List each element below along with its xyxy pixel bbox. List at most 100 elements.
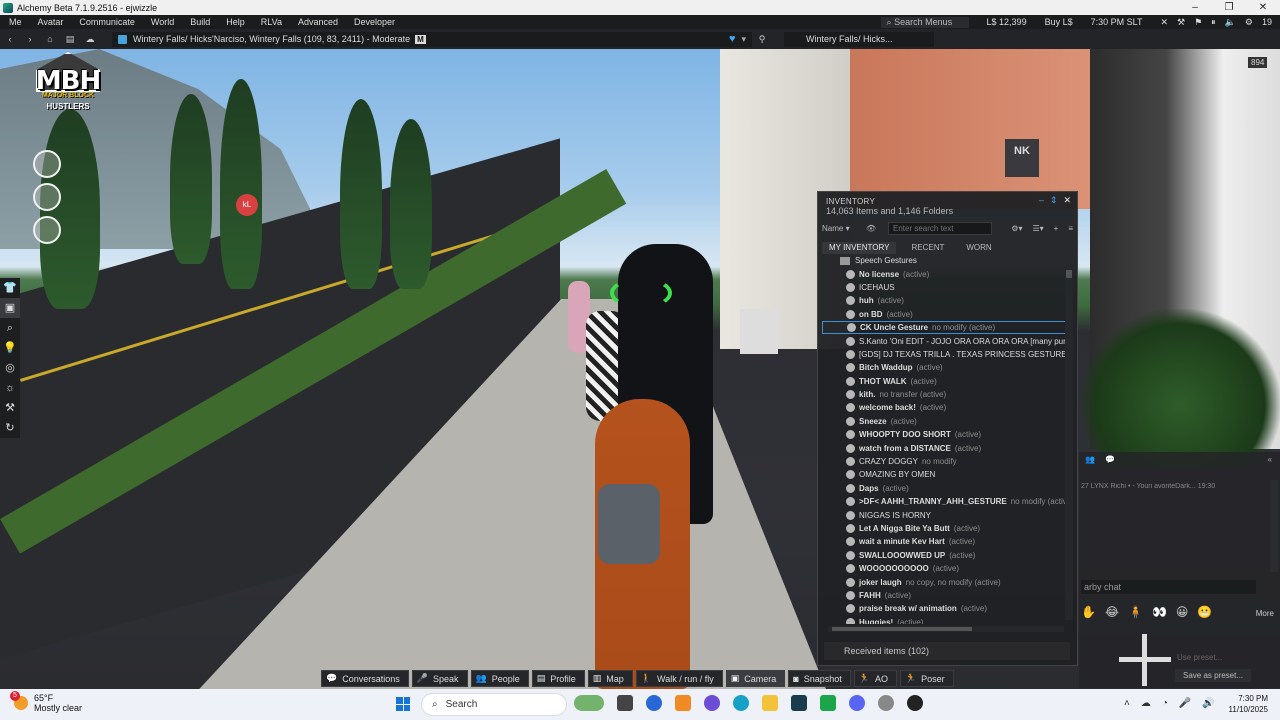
- chevron-up-icon[interactable]: ˄: [1124, 698, 1130, 709]
- sort-dropdown[interactable]: Name ▾: [822, 224, 862, 233]
- inventory-list[interactable]: Speech Gestures No license (active) ICEHAUS…: [822, 254, 1070, 624]
- inventory-item-row[interactable]: on BD (active): [822, 308, 1070, 321]
- eyes-emoji-icon[interactable]: 👀: [1152, 605, 1167, 619]
- inventory-item-row[interactable]: FAHH (active): [822, 589, 1070, 602]
- gear-icon[interactable]: ⚙▾: [1011, 224, 1022, 233]
- conversations-button[interactable]: 💬 Conversations: [321, 670, 409, 687]
- inventory-item-row[interactable]: watch from a DISTANCE (active): [822, 441, 1070, 454]
- forward-arrow-icon[interactable]: ›: [20, 34, 40, 44]
- snapshot-button[interactable]: ◙ Snapshot: [788, 670, 851, 687]
- chat-scrollbar[interactable]: [1270, 480, 1278, 572]
- close-icon[interactable]: ✕: [1063, 195, 1071, 206]
- inventory-item-row[interactable]: Daps (active): [822, 482, 1070, 495]
- save-preset-button[interactable]: Save as preset...: [1175, 669, 1251, 682]
- walk-run-fly-button[interactable]: 🚶 Walk / run / fly: [635, 670, 723, 687]
- weather-widget[interactable]: 5 65°F Mostly clear: [10, 691, 82, 713]
- inventory-item-row[interactable]: [GDS] DJ TEXAS TRILLA . TEXAS PRINCESS G…: [822, 348, 1070, 361]
- inventory-item-row[interactable]: joker laugh no copy, no modify (active): [822, 575, 1070, 588]
- pin-window-icon[interactable]: ⇕: [1050, 195, 1058, 206]
- menu-build[interactable]: Build: [181, 17, 217, 27]
- build-tools-icon[interactable]: ⚒: [0, 398, 20, 418]
- wifi-icon[interactable]: ◔: [1162, 698, 1168, 709]
- search-icon[interactable]: ⌕: [0, 318, 20, 338]
- hscrollbar-thumb[interactable]: [832, 627, 972, 631]
- radar-icon[interactable]: ◎: [0, 358, 20, 378]
- file-explorer-icon[interactable]: [762, 695, 778, 711]
- nearby-chat-input[interactable]: arby chat: [1081, 580, 1256, 594]
- minimize-button[interactable]: –: [1178, 2, 1212, 13]
- volume-icon[interactable]: 🔊: [1202, 698, 1214, 709]
- tab-recent[interactable]: RECENT: [904, 242, 951, 254]
- smile-emoji-icon[interactable]: 😀: [1176, 605, 1189, 619]
- nearby-chat-panel[interactable]: 👥 💬 « 27 LYNX Richi • - Youri avoriteDar…: [1079, 452, 1280, 688]
- ao-button[interactable]: 🏃 AO: [853, 670, 897, 687]
- camera-button[interactable]: ▣ Camera: [725, 670, 786, 687]
- inventory-item-row[interactable]: ICEHAUS: [822, 281, 1070, 294]
- script-icon[interactable]: ✕: [1160, 17, 1168, 28]
- discord-icon[interactable]: [849, 695, 865, 711]
- build-icon[interactable]: ⚒: [1177, 17, 1185, 28]
- camera-pan-control[interactable]: [1119, 634, 1171, 686]
- chrome-icon[interactable]: [704, 695, 720, 711]
- network-icon[interactable]: ☁: [1141, 698, 1151, 709]
- received-items-folder[interactable]: Received items (102): [824, 642, 1070, 660]
- edge-icon[interactable]: [733, 695, 749, 711]
- list-icon[interactable]: ≡: [1068, 224, 1073, 233]
- camera-preset-dropdown[interactable]: Use preset...: [1177, 653, 1222, 662]
- inventory-item-row[interactable]: Huggies! (active): [822, 616, 1070, 624]
- inventory-icon[interactable]: ▣: [0, 298, 20, 318]
- menu-developer[interactable]: Developer: [345, 17, 402, 27]
- menu-advanced[interactable]: Advanced: [289, 17, 345, 27]
- close-button[interactable]: ✕: [1246, 2, 1280, 13]
- laugh-emoji-icon[interactable]: 😂: [1105, 605, 1119, 619]
- grin-emoji-icon[interactable]: 😬: [1197, 605, 1212, 619]
- collapse-icon[interactable]: «: [1268, 455, 1272, 464]
- inventory-item-row[interactable]: OMAZING BY OMEN: [822, 468, 1070, 481]
- poser-button[interactable]: 🏃 Poser: [899, 670, 954, 687]
- menu-rlva[interactable]: RLVa: [252, 17, 289, 27]
- inventory-item-row[interactable]: S.Kanto 'Oni EDIT - JOJO ORA ORA ORA ORA…: [822, 334, 1070, 347]
- taskbar-search[interactable]: ⌕ Search: [421, 693, 567, 716]
- shirt-icon[interactable]: 👕: [0, 278, 20, 298]
- task-view-icon[interactable]: [617, 695, 633, 711]
- back-arrow-icon[interactable]: ‹: [0, 34, 20, 44]
- tab-my-inventory[interactable]: MY INVENTORY: [822, 242, 897, 254]
- hand-emoji-icon[interactable]: ✋: [1081, 605, 1096, 619]
- widget-app-icon[interactable]: [574, 695, 604, 711]
- pause-icon[interactable]: ⏸: [1211, 17, 1216, 28]
- inventory-item-row[interactable]: SWALLOOOWWED UP (active): [822, 549, 1070, 562]
- pin-icon[interactable]: ⚲: [752, 34, 772, 45]
- spreadsheet-icon[interactable]: [820, 695, 836, 711]
- inventory-item-row[interactable]: CK Uncle Gesture no modify (active): [822, 320, 1070, 335]
- hud-red-button[interactable]: kL: [236, 194, 258, 216]
- obs-icon[interactable]: [907, 695, 923, 711]
- people-icon[interactable]: 👥: [1085, 455, 1095, 464]
- speech-bubble-icon[interactable]: 💬: [1105, 455, 1115, 464]
- map-button[interactable]: ▥ Map: [587, 670, 633, 687]
- gear-icon[interactable]: ⚙: [1245, 17, 1253, 28]
- chevron-down-icon[interactable]: ▾: [741, 34, 746, 45]
- inventory-scrollbar[interactable]: [1065, 266, 1073, 620]
- location-field[interactable]: Wintery Falls/ Hicks'Narciso, Wintery Fa…: [112, 31, 752, 47]
- inventory-item-row[interactable]: praise break w/ animation (active): [822, 602, 1070, 615]
- more-button[interactable]: More: [1256, 609, 1274, 618]
- sun-icon[interactable]: ☼: [0, 378, 20, 398]
- lightbulb-icon[interactable]: 💡: [0, 338, 20, 358]
- search-location-field[interactable]: Wintery Falls/ Hicks...: [784, 31, 934, 47]
- inventory-item-row[interactable]: No license (active): [822, 267, 1070, 280]
- buy-currency-button[interactable]: Buy L$: [1045, 17, 1073, 27]
- inventory-item-row[interactable]: kith. no transfer (active): [822, 388, 1070, 401]
- inventory-item-row[interactable]: Bitch Waddup (active): [822, 361, 1070, 374]
- inventory-window[interactable]: INVENTORY 14,063 Items and 1,146 Folders…: [817, 191, 1078, 666]
- copilot-icon[interactable]: [646, 695, 662, 711]
- add-icon[interactable]: +: [1054, 224, 1059, 233]
- home-icon[interactable]: ⌂: [40, 34, 60, 44]
- inventory-item-row[interactable]: THOT WALK (active): [822, 375, 1070, 388]
- inventory-item-row[interactable]: NIGGAS IS HORNY: [822, 508, 1070, 521]
- eye-icon[interactable]: 👁: [866, 224, 884, 233]
- alchemy-viewer-icon[interactable]: [791, 695, 807, 711]
- settings-icon[interactable]: [878, 695, 894, 711]
- search-menus-input[interactable]: ⌕ Search Menus: [880, 16, 969, 28]
- view-options-icon[interactable]: ☰▾: [1032, 224, 1043, 233]
- inventory-item-row[interactable]: Let A Nigga Bite Ya Butt (active): [822, 522, 1070, 535]
